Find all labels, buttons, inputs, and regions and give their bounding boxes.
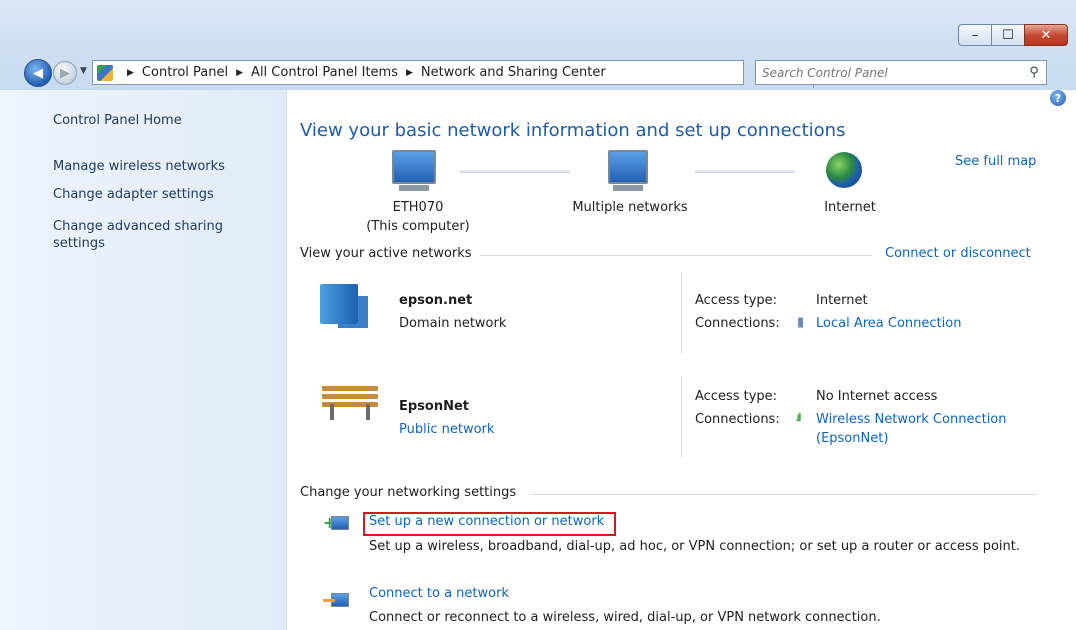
chevron-right-icon[interactable]: ▶: [406, 68, 413, 78]
address-row: ◀ ▶ ▼ ▶ Control Panel ▶ All Control Pane…: [0, 56, 1076, 88]
change-settings-heading: Change your networking settings: [300, 485, 517, 500]
sidebar-item-manage-wireless[interactable]: Manage wireless networks: [53, 158, 225, 175]
divider: [480, 255, 872, 256]
connections-label: Connections:: [695, 412, 780, 427]
breadcrumb-control-panel[interactable]: Control Panel: [142, 65, 228, 80]
help-icon[interactable]: ?: [1050, 90, 1066, 106]
title-bar: – ☐ ✕ ◀ ▶ ▼ ▶ Control Panel ▶ All Contro…: [0, 0, 1076, 101]
window-controls: – ☐ ✕: [958, 24, 1068, 46]
ethernet-icon: ▮: [797, 315, 805, 330]
setup-new-connection-description: Set up a wireless, broadband, dial-up, a…: [369, 539, 1021, 554]
window: – ☐ ✕ ◀ ▶ ▼ ▶ Control Panel ▶ All Contro…: [0, 0, 1076, 630]
access-type-label: Access type:: [695, 389, 778, 404]
connect-or-disconnect-link[interactable]: Connect or disconnect: [885, 246, 1031, 261]
connect-to-network-link[interactable]: Connect to a network: [369, 586, 509, 601]
access-type-label: Access type:: [695, 293, 778, 308]
breadcrumb-network-center[interactable]: Network and Sharing Center: [421, 65, 606, 80]
access-type-value: No Internet access: [816, 389, 938, 404]
setup-new-connection-link[interactable]: Set up a new connection or network: [369, 514, 604, 529]
active-networks-heading: View your active networks: [300, 246, 472, 261]
left-pane: Control Panel Home Manage wireless netwo…: [0, 90, 287, 630]
chevron-right-icon[interactable]: ▶: [127, 68, 134, 78]
multiple-networks-icon: [608, 150, 648, 191]
divider: [681, 376, 682, 458]
wireless-connection-link-ssid[interactable]: (EpsonNet): [816, 431, 888, 446]
local-area-connection-link[interactable]: Local Area Connection: [816, 316, 961, 331]
access-type-value: Internet: [816, 293, 868, 308]
sidebar-item-advanced-sharing[interactable]: Change advanced sharing settings: [53, 218, 243, 252]
computer-icon: [392, 150, 436, 191]
page-title: View your basic network information and …: [300, 120, 846, 141]
internet-label: Internet: [824, 200, 876, 215]
search-box: ⚲: [755, 60, 1047, 85]
connections-label: Connections:: [695, 316, 780, 331]
network-name-epson-net: epson.net: [399, 293, 473, 308]
map-connection-line: [695, 170, 795, 173]
divider: [681, 272, 682, 354]
see-full-map-link[interactable]: See full map: [955, 154, 1036, 169]
public-network-link[interactable]: Public network: [399, 422, 494, 437]
chevron-right-icon[interactable]: ▶: [236, 68, 243, 78]
connect-to-network-description: Connect or reconnect to a wireless, wire…: [369, 610, 881, 625]
breadcrumb-all-items[interactable]: All Control Panel Items: [251, 65, 398, 80]
multiple-networks-label: Multiple networks: [572, 200, 688, 215]
sidebar-item-adapter-settings[interactable]: Change adapter settings: [53, 186, 214, 203]
network-type-domain: Domain network: [399, 316, 507, 331]
search-icon[interactable]: ⚲: [1022, 65, 1046, 80]
wireless-signal-icon: .ıll: [795, 411, 802, 424]
map-connection-line: [460, 170, 570, 173]
minimize-button[interactable]: –: [958, 24, 992, 46]
control-panel-icon: [97, 64, 113, 81]
recent-pages-dropdown[interactable]: ▼: [80, 66, 87, 76]
forward-button[interactable]: ▶: [53, 61, 77, 85]
divider: [530, 494, 1037, 495]
sidebar-item-control-panel-home[interactable]: Control Panel Home: [53, 112, 182, 129]
close-button[interactable]: ✕: [1024, 24, 1068, 46]
maximize-button[interactable]: ☐: [991, 24, 1025, 46]
network-name-epsonnet: EpsonNet: [399, 399, 470, 414]
address-bar[interactable]: ▶ Control Panel ▶ All Control Panel Item…: [92, 60, 830, 88]
globe-icon: [826, 152, 862, 188]
computer-name: ETH070: [392, 200, 444, 215]
search-input[interactable]: [756, 64, 1022, 81]
wireless-connection-link[interactable]: Wireless Network Connection: [816, 412, 1007, 427]
domain-network-icon: [320, 284, 358, 324]
public-network-bench-icon: [322, 386, 378, 420]
computer-sub-label: (This computer): [366, 219, 470, 234]
content-area: Control Panel Home Manage wireless netwo…: [0, 90, 1076, 630]
new-connection-icon: +: [323, 513, 349, 533]
connect-network-icon: [323, 590, 349, 610]
back-button[interactable]: ◀: [24, 59, 52, 87]
